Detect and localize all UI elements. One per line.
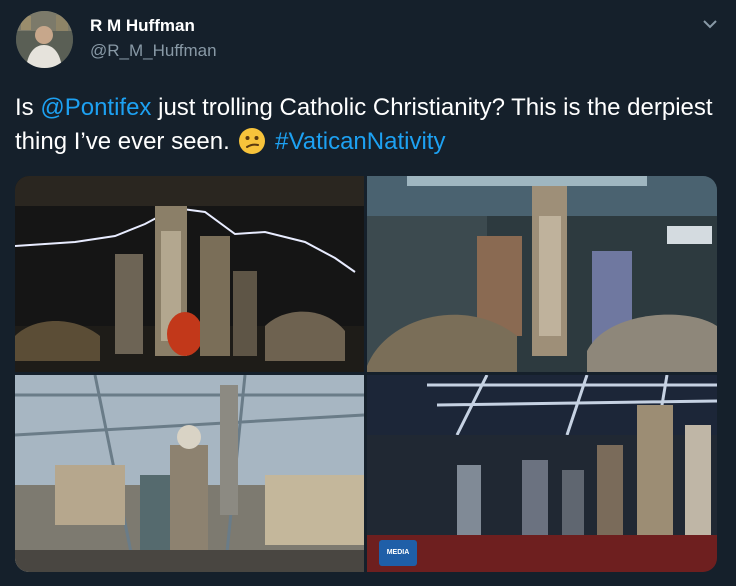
media-grid: MEDIA [15, 176, 717, 572]
avatar-image [16, 11, 73, 68]
tweet-text-part: Is [15, 94, 41, 121]
avatar[interactable] [16, 11, 73, 68]
photo-nativity-indoor[interactable] [367, 176, 717, 372]
tweet-header: R M Huffman @R_M_Huffman [0, 0, 736, 80]
tweet-text: Is @Pontifex just trolling Catholic Chri… [15, 91, 721, 159]
author-handle[interactable]: @R_M_Huffman [90, 41, 217, 61]
photo-nativity-canopy[interactable]: MEDIA [367, 375, 717, 572]
mention-link[interactable]: @Pontifex [40, 94, 151, 121]
hashtag-link[interactable]: #VaticanNativity [275, 128, 445, 155]
confused-face-icon [239, 128, 266, 154]
author-name[interactable]: R M Huffman [90, 16, 195, 36]
media-badge: MEDIA [379, 540, 417, 566]
photo-nativity-night[interactable] [15, 176, 364, 372]
photo-nativity-square[interactable] [15, 375, 364, 572]
chevron-down-icon[interactable] [700, 14, 720, 34]
photo-image [367, 176, 717, 372]
photo-image [367, 375, 717, 572]
photo-image [15, 176, 364, 372]
photo-image [15, 375, 364, 572]
